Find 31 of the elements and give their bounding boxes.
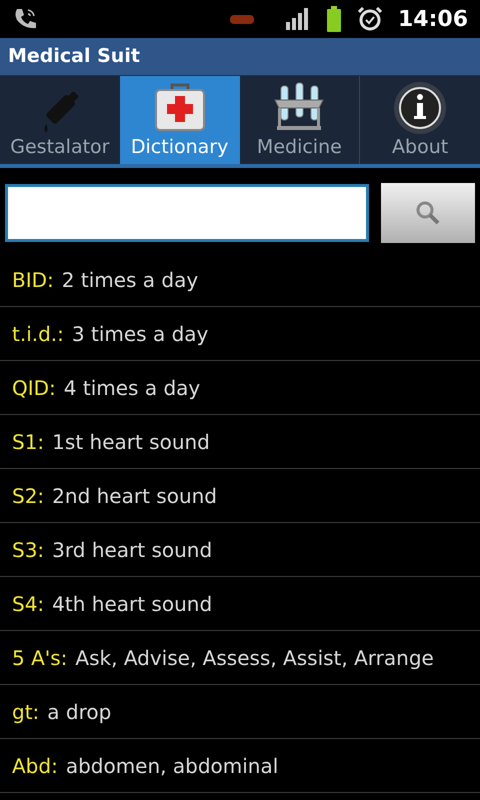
term: S1:: [12, 428, 44, 456]
search-field[interactable]: [5, 184, 370, 242]
search-button[interactable]: [381, 183, 475, 243]
definition: Ask, Advise, Assess, Assist, Arrange: [75, 644, 434, 672]
search-icon: [415, 200, 442, 226]
term: gt:: [12, 698, 40, 726]
term: S3:: [12, 536, 44, 564]
alarm-clock-icon: [358, 7, 382, 31]
tab[interactable]: Dictionary: [120, 76, 240, 164]
term: t.i.d.:: [12, 320, 64, 348]
definition: 2 times a day: [62, 266, 198, 294]
definition: 3rd heart sound: [52, 536, 212, 564]
term: BID:: [12, 266, 54, 294]
term: S4:: [12, 590, 44, 618]
term: 5 A's:: [12, 644, 68, 672]
definition: 2nd heart sound: [52, 482, 217, 510]
definition: abdomen, abdominal: [66, 752, 278, 780]
definition: 4th heart sound: [52, 590, 212, 618]
term: QID:: [12, 374, 56, 402]
definition: 1st heart sound: [52, 428, 210, 456]
term: S2:: [12, 482, 44, 510]
notification-icon: [230, 14, 254, 24]
term: Abd:: [12, 752, 58, 780]
definition: 4 times a day: [64, 374, 200, 402]
definition: a drop: [47, 698, 112, 726]
signal-icon: [286, 8, 310, 30]
definition: 3 times a day: [72, 320, 208, 348]
window-title: Medical Suit: [8, 44, 140, 70]
battery-icon: [326, 6, 342, 32]
info-icon: [392, 80, 448, 136]
clock-time: 14:06: [398, 6, 468, 34]
